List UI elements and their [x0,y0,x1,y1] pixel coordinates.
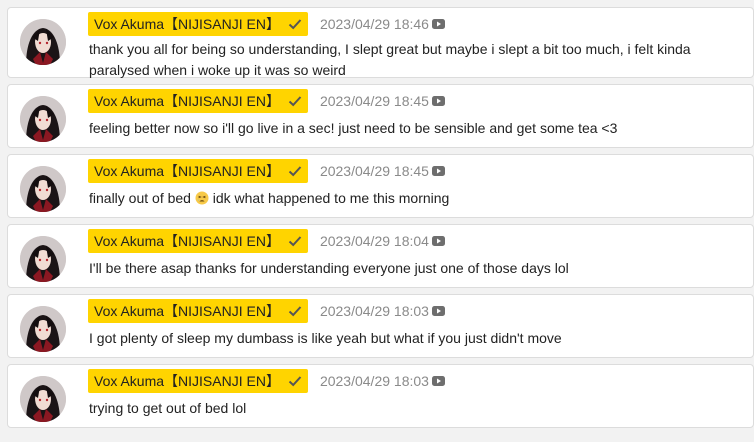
post-feed: Vox Akuma【NIJISANJI EN】 2023/04/29 18:46… [7,7,754,434]
author-name-chip[interactable]: Vox Akuma【NIJISANJI EN】 [88,89,308,113]
post-header: Vox Akuma【NIJISANJI EN】 2023/04/29 18:45 [88,159,445,183]
youtube-icon[interactable] [431,306,445,316]
post-header: Vox Akuma【NIJISANJI EN】 2023/04/29 18:04 [88,229,445,253]
author-name: Vox Akuma【NIJISANJI EN】 [94,16,280,32]
author-name: Vox Akuma【NIJISANJI EN】 [94,233,280,249]
youtube-icon[interactable] [431,166,445,176]
check-icon [288,376,302,387]
timestamp: 2023/04/29 18:46 [319,16,429,32]
youtube-icon[interactable] [431,96,445,106]
post-header: Vox Akuma【NIJISANJI EN】 2023/04/29 18:46 [88,12,445,36]
post-item: Vox Akuma【NIJISANJI EN】 2023/04/29 18:46… [7,7,754,78]
post-header: Vox Akuma【NIJISANJI EN】 2023/04/29 18:45 [88,89,445,113]
author-name: Vox Akuma【NIJISANJI EN】 [94,163,280,179]
post-item: Vox Akuma【NIJISANJI EN】 2023/04/29 18:04… [7,224,754,288]
tired-face-emoji [195,191,209,205]
post-header: Vox Akuma【NIJISANJI EN】 2023/04/29 18:03 [88,299,445,323]
author-name: Vox Akuma【NIJISANJI EN】 [94,373,280,389]
check-icon [288,236,302,247]
timestamp: 2023/04/29 18:45 [319,93,429,109]
message-text: I'll be there asap thanks for understand… [89,260,569,276]
author-name-chip[interactable]: Vox Akuma【NIJISANJI EN】 [88,299,308,323]
post-header: Vox Akuma【NIJISANJI EN】 2023/04/29 18:03 [88,369,445,393]
check-icon [288,19,302,30]
check-icon [288,96,302,107]
youtube-icon[interactable] [431,236,445,246]
post-item: Vox Akuma【NIJISANJI EN】 2023/04/29 18:45… [7,84,754,148]
author-name: Vox Akuma【NIJISANJI EN】 [94,303,280,319]
avatar[interactable] [20,306,66,352]
message-text-end: idk what happened to me this morning [208,190,450,206]
author-name-chip[interactable]: Vox Akuma【NIJISANJI EN】 [88,229,308,253]
youtube-icon[interactable] [431,19,445,29]
post-item: Vox Akuma【NIJISANJI EN】 2023/04/29 18:03… [7,364,754,428]
message-text-start: finally out of bed [89,190,195,206]
avatar[interactable] [20,19,66,65]
avatar[interactable] [20,166,66,212]
timestamp: 2023/04/29 18:03 [319,373,429,389]
message-text: trying to get out of bed lol [89,400,247,416]
author-name-chip[interactable]: Vox Akuma【NIJISANJI EN】 [88,369,308,393]
timestamp: 2023/04/29 18:04 [319,233,429,249]
avatar[interactable] [20,376,66,422]
message-text: feeling better now so i'll go live in a … [89,120,618,136]
avatar[interactable] [20,96,66,142]
message-text: thank you all for being so understanding… [89,41,691,78]
timestamp: 2023/04/29 18:03 [319,303,429,319]
post-item: Vox Akuma【NIJISANJI EN】 2023/04/29 18:45… [7,154,754,218]
youtube-icon[interactable] [431,376,445,386]
timestamp: 2023/04/29 18:45 [319,163,429,179]
author-name: Vox Akuma【NIJISANJI EN】 [94,93,280,109]
avatar[interactable] [20,236,66,282]
message-text: I got plenty of sleep my dumbass is like… [89,330,562,346]
author-name-chip[interactable]: Vox Akuma【NIJISANJI EN】 [88,12,308,36]
check-icon [288,166,302,177]
check-icon [288,306,302,317]
message-text: finally out of bed idk what happened to … [89,188,743,209]
post-item: Vox Akuma【NIJISANJI EN】 2023/04/29 18:03… [7,294,754,358]
author-name-chip[interactable]: Vox Akuma【NIJISANJI EN】 [88,159,308,183]
